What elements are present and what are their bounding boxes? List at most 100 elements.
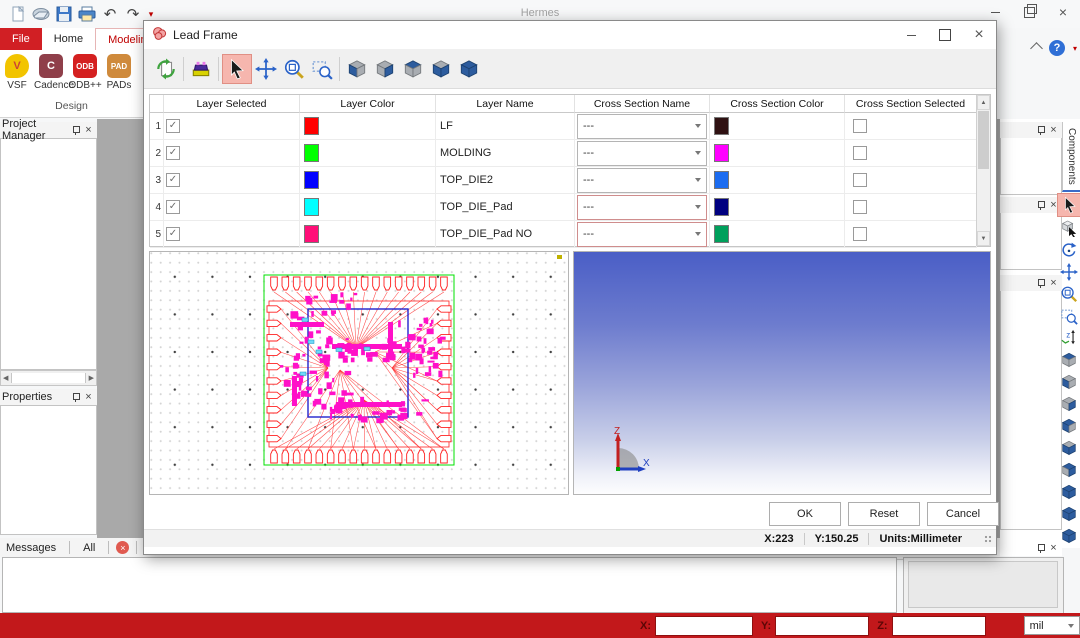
open-file-icon[interactable]: [31, 4, 51, 24]
project-manager-hscrollbar[interactable]: ◀ ▶: [0, 370, 97, 386]
cross-section-name-dropdown[interactable]: ---: [577, 168, 707, 193]
layer-selected-checkbox[interactable]: ✓: [166, 200, 180, 214]
cancel-button[interactable]: Cancel: [927, 502, 999, 526]
reload-button[interactable]: [152, 55, 180, 83]
cross-section-color-swatch[interactable]: [714, 171, 729, 189]
layer-selected-checkbox[interactable]: ✓: [166, 227, 180, 241]
cross-section-selected-checkbox[interactable]: [853, 119, 867, 133]
ribbon-item-vsf[interactable]: V VSF: [0, 52, 34, 91]
col-layer-name[interactable]: Layer Name: [436, 95, 575, 113]
components-tab[interactable]: Components: [1062, 122, 1080, 192]
redo-icon[interactable]: ↷: [123, 4, 143, 24]
resize-grip[interactable]: [984, 535, 993, 544]
view-top-button[interactable]: [399, 55, 427, 83]
view-front-button[interactable]: [427, 55, 455, 83]
col-cross-section-selected[interactable]: Cross Section Selected: [845, 95, 977, 113]
col-layer-color[interactable]: Layer Color: [300, 95, 436, 113]
dialog-minimize-button[interactable]: [894, 23, 928, 47]
layer-selected-checkbox[interactable]: ✓: [166, 146, 180, 160]
bottom-right-panel-content[interactable]: [908, 561, 1058, 608]
close-panel-icon[interactable]: ×: [82, 124, 95, 137]
dialog-close-button[interactable]: ×: [962, 23, 996, 47]
view-right-button[interactable]: [1057, 415, 1080, 437]
cross-section-selected-checkbox[interactable]: [853, 146, 867, 160]
close-panel-icon[interactable]: ×: [1047, 542, 1060, 555]
cross-section-selected-checkbox[interactable]: [853, 173, 867, 187]
restore-button[interactable]: [1012, 0, 1046, 24]
pin-icon[interactable]: [69, 124, 82, 137]
pan-tool[interactable]: [252, 55, 280, 83]
new-file-icon[interactable]: [8, 4, 28, 24]
project-manager-content[interactable]: [0, 138, 97, 370]
view-iso-button[interactable]: [455, 55, 483, 83]
scroll-right-icon[interactable]: ▶: [87, 374, 96, 382]
vscroll-thumb[interactable]: [978, 111, 989, 169]
leadframe-2d-view[interactable]: [149, 251, 569, 495]
z-coordinate-input[interactable]: [892, 616, 986, 636]
tab-file[interactable]: File: [0, 28, 42, 50]
view-left-button[interactable]: [1057, 393, 1080, 415]
tab-messages[interactable]: Messages: [0, 542, 62, 554]
tab-home[interactable]: Home: [42, 28, 95, 50]
cross-section-color-swatch[interactable]: [714, 198, 729, 216]
scroll-down-icon[interactable]: ▼: [977, 231, 990, 246]
pin-icon[interactable]: [1034, 124, 1047, 137]
col-cross-section-color[interactable]: Cross Section Color: [710, 95, 845, 113]
cross-section-selected-checkbox[interactable]: [853, 227, 867, 241]
cross-section-name-dropdown[interactable]: ---: [577, 114, 707, 139]
zoom-window-tool[interactable]: [308, 55, 336, 83]
lead-frame-tool-button[interactable]: [187, 55, 215, 83]
close-panel-icon[interactable]: ×: [1047, 124, 1060, 137]
reset-button[interactable]: Reset: [848, 502, 920, 526]
cross-section-name-dropdown[interactable]: ---: [577, 141, 707, 166]
layer-color-swatch[interactable]: [304, 225, 319, 243]
view-top-button[interactable]: [1057, 349, 1080, 371]
close-panel-icon[interactable]: ×: [82, 391, 95, 404]
properties-content[interactable]: [0, 405, 97, 535]
cross-section-color-swatch[interactable]: [714, 117, 729, 135]
select-tool[interactable]: [222, 54, 252, 84]
help-icon[interactable]: ?: [1049, 40, 1065, 56]
help-caret-icon[interactable]: ▾: [1073, 44, 1077, 53]
zoom-tool[interactable]: [280, 55, 308, 83]
y-coordinate-input[interactable]: [775, 616, 869, 636]
ok-button[interactable]: OK: [769, 502, 841, 526]
pin-icon[interactable]: [1034, 199, 1047, 212]
tab-all[interactable]: All: [77, 542, 101, 554]
view-iso1-button[interactable]: [1057, 481, 1080, 503]
table-vscrollbar[interactable]: ▲ ▼: [976, 95, 990, 246]
select-tool[interactable]: [1057, 193, 1080, 217]
pan-tool[interactable]: [1057, 261, 1080, 283]
layer-color-swatch[interactable]: [304, 198, 319, 216]
col-layer-selected[interactable]: Layer Selected: [164, 95, 300, 113]
layer-selected-checkbox[interactable]: ✓: [166, 173, 180, 187]
col-cross-section-name[interactable]: Cross Section Name: [575, 95, 710, 113]
layer-color-swatch[interactable]: [304, 171, 319, 189]
cross-section-name-dropdown[interactable]: ---: [577, 195, 707, 220]
rotate-view-tool[interactable]: [1057, 239, 1080, 261]
view-front-button[interactable]: [1057, 437, 1080, 459]
view-iso2-button[interactable]: [1057, 503, 1080, 525]
cross-section-color-swatch[interactable]: [714, 144, 729, 162]
errors-filter-icon[interactable]: ×: [116, 541, 129, 554]
view-back-button[interactable]: [1057, 371, 1080, 393]
unit-dropdown[interactable]: mil: [1024, 616, 1080, 635]
cross-section-name-dropdown[interactable]: ---: [577, 222, 707, 247]
layer-selected-checkbox[interactable]: ✓: [166, 119, 180, 133]
select-3d-tool[interactable]: [1057, 217, 1080, 239]
scroll-up-icon[interactable]: ▲: [977, 95, 990, 110]
undo-icon[interactable]: ↶: [100, 4, 120, 24]
save-icon[interactable]: [54, 4, 74, 24]
layer-color-swatch[interactable]: [304, 117, 319, 135]
pin-icon[interactable]: [69, 391, 82, 404]
ribbon-item-cadence[interactable]: C Cadence: [34, 52, 68, 91]
layer-color-swatch[interactable]: [304, 144, 319, 162]
fit-z-tool[interactable]: z: [1057, 327, 1080, 349]
x-coordinate-input[interactable]: [655, 616, 753, 636]
view-right-button[interactable]: [371, 55, 399, 83]
close-button[interactable]: ×: [1046, 0, 1080, 24]
view-left-button[interactable]: [343, 55, 371, 83]
pin-icon[interactable]: [1034, 277, 1047, 290]
messages-content[interactable]: [2, 557, 897, 613]
zoom-tool[interactable]: [1057, 283, 1080, 305]
